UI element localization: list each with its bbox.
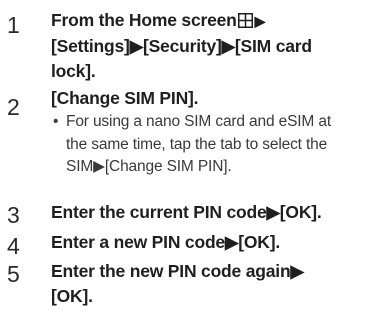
- step-number: 2: [7, 94, 20, 120]
- step-1-line-1-pre: From the Home screen: [51, 10, 237, 30]
- step-text: From the Home screen ▶ [Settings]▶[Securi…: [51, 8, 376, 84]
- instruction-page: 1 From the Home screen ▶ [Settings]▶[Secu…: [0, 0, 381, 324]
- step-1-line-3: lock].: [51, 61, 96, 81]
- step-1-line-2: [Settings]▶[Security]▶[SIM card: [51, 36, 312, 56]
- step-text: Enter the new PIN code again▶ [OK].: [51, 259, 376, 309]
- step-text: [Change SIM PIN].: [51, 88, 199, 108]
- step-5-line-2: [OK].: [51, 286, 93, 306]
- step-5-line-1: Enter the new PIN code again▶: [51, 261, 304, 281]
- step-1-line-1: From the Home screen ▶: [51, 10, 265, 30]
- step-2-note-line-2: the same time, tap the tab to select the: [66, 135, 328, 153]
- home-grid-icon: [237, 13, 253, 28]
- bullet-dot: •: [53, 113, 59, 130]
- step-number: 3: [7, 202, 20, 228]
- step-2-note-line-3: SIM▶[Change SIM PIN].: [66, 158, 232, 175]
- step-number: 5: [7, 261, 20, 287]
- step-1-line-1-arrow: ▶: [254, 13, 266, 29]
- step-2-note: • For using a nano SIM card and eSIM at …: [53, 111, 373, 179]
- step-text: Enter the current PIN code▶[OK].: [51, 202, 322, 222]
- step-text: Enter a new PIN code▶[OK].: [51, 232, 280, 252]
- step-2-note-line-1: For using a nano SIM card and eSIM at: [66, 113, 331, 130]
- step-number: 4: [7, 233, 20, 259]
- step-number: 1: [7, 12, 20, 38]
